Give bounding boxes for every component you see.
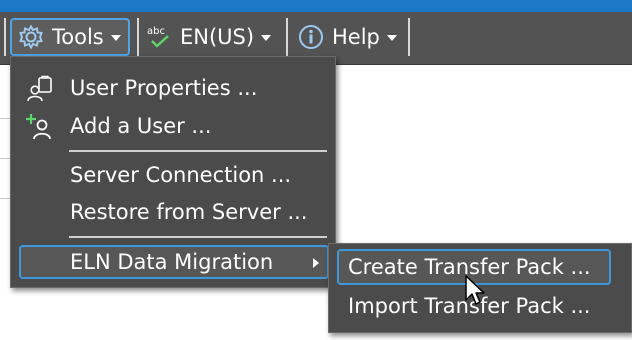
tools-menu-label: Tools bbox=[52, 25, 104, 49]
menu-item-add-user[interactable]: Add a User ... bbox=[19, 109, 329, 143]
menu-item-label: Add a User ... bbox=[70, 114, 212, 138]
info-icon bbox=[298, 24, 324, 50]
menu-item-label: Server Connection ... bbox=[70, 163, 292, 187]
help-button[interactable]: Help bbox=[298, 18, 402, 56]
menu-item-user-properties[interactable]: User Properties ... bbox=[19, 71, 329, 105]
user-properties-icon bbox=[25, 75, 55, 103]
language-button[interactable]: abc EN(US) bbox=[146, 18, 280, 56]
spellcheck-icon: abc bbox=[146, 23, 174, 51]
toolbar-separator bbox=[4, 18, 6, 56]
chevron-down-icon bbox=[110, 35, 121, 41]
toolbar-separator bbox=[286, 18, 288, 56]
menu-item-server-connection[interactable]: Server Connection ... bbox=[19, 158, 329, 192]
chevron-down-icon bbox=[261, 35, 272, 41]
chevron-right-icon bbox=[313, 258, 319, 268]
menu-item-label: User Properties ... bbox=[70, 76, 258, 100]
help-label: Help bbox=[332, 25, 380, 49]
menu-item-label: ELN Data Migration bbox=[70, 250, 274, 274]
tools-menu-button[interactable]: Tools bbox=[10, 18, 130, 56]
app-window: Tools abc EN(US) Help User Properties ..… bbox=[0, 0, 632, 340]
gear-icon bbox=[18, 24, 44, 50]
toolbar-separator bbox=[408, 18, 410, 56]
menu-separator bbox=[69, 236, 327, 238]
toolbar-separator bbox=[137, 18, 139, 56]
language-label: EN(US) bbox=[180, 25, 255, 49]
menu-separator bbox=[69, 150, 327, 152]
menu-item-label: Restore from Server ... bbox=[70, 200, 308, 224]
chevron-down-icon bbox=[386, 35, 397, 41]
add-user-icon bbox=[25, 113, 55, 141]
tools-dropdown-menu: User Properties ... Add a User ... Serve… bbox=[10, 56, 336, 288]
window-top-strip bbox=[0, 0, 632, 12]
mouse-cursor-icon bbox=[465, 275, 485, 305]
svg-text:abc: abc bbox=[147, 26, 165, 37]
menu-item-eln-data-migration[interactable]: ELN Data Migration bbox=[19, 245, 329, 279]
menu-item-restore-from-server[interactable]: Restore from Server ... bbox=[19, 195, 329, 229]
